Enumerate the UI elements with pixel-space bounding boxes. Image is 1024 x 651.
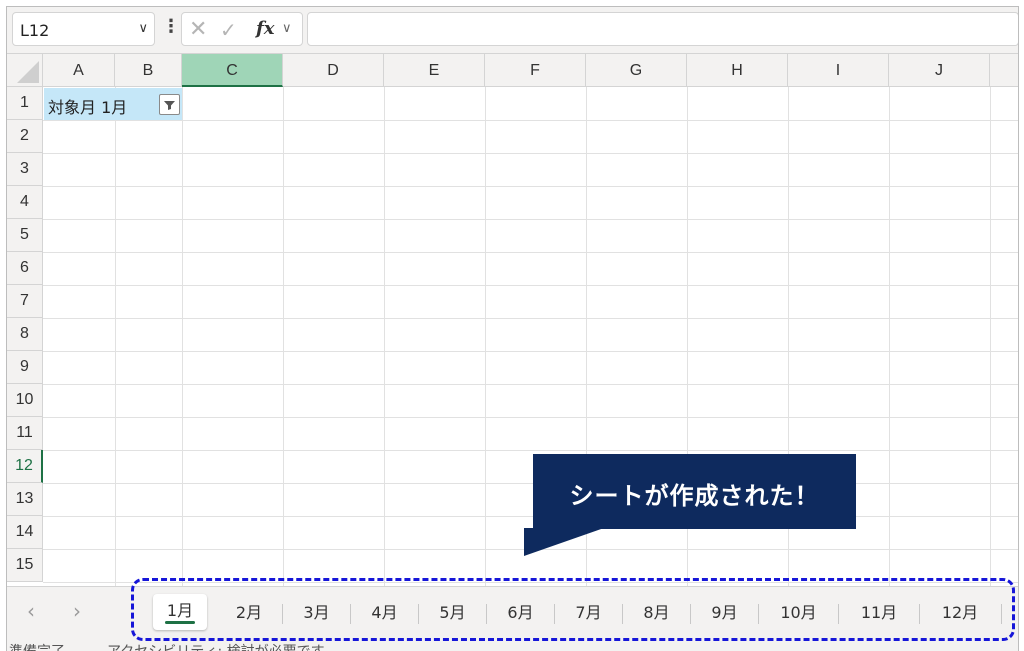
accessibility-status[interactable]: アクセシビリティ: 検討が必要です [107, 641, 325, 651]
column-header-j[interactable]: J [889, 54, 990, 87]
grid-line [43, 351, 1018, 352]
row-header-15[interactable]: 15 [7, 549, 43, 582]
filter-icon[interactable] [159, 94, 180, 115]
excel-window: L12 ∨ ⋮ ✕ ✓ fx ∨ A B C D E F G H I J 1 2… [6, 6, 1019, 651]
row-header-12[interactable]: 12 [7, 450, 43, 483]
check-icon[interactable]: ✓ [220, 18, 237, 42]
row-header-13[interactable]: 13 [7, 483, 43, 516]
formula-bar: L12 ∨ ⋮ ✕ ✓ fx ∨ [7, 7, 1018, 53]
row-header-4[interactable]: 4 [7, 186, 43, 219]
grid-line [889, 87, 890, 587]
grid-line [43, 186, 1018, 187]
name-box[interactable]: L12 ∨ [12, 12, 155, 46]
callout-pointer [524, 528, 604, 556]
grid-line [43, 516, 1018, 517]
grid-line [115, 87, 116, 587]
grid-line [43, 285, 1018, 286]
row-header-3[interactable]: 3 [7, 153, 43, 186]
formula-buttons: ✕ ✓ fx ∨ [181, 12, 303, 46]
row-header-10[interactable]: 10 [7, 384, 43, 417]
grid-line [283, 87, 284, 587]
highlight-outline [131, 578, 1015, 641]
column-header-g[interactable]: G [586, 54, 687, 87]
grid-line [43, 153, 1018, 154]
grid-line [182, 87, 183, 587]
select-all-button[interactable] [7, 54, 43, 87]
grid-line [43, 417, 1018, 418]
column-header-f[interactable]: F [485, 54, 586, 87]
row-header-14[interactable]: 14 [7, 516, 43, 549]
chevron-right-icon[interactable]: › [73, 599, 81, 623]
callout-text: シートが作成された！ [569, 482, 820, 510]
row-header-11[interactable]: 11 [7, 417, 43, 450]
column-header-k[interactable] [990, 54, 1018, 87]
insert-function-button[interactable]: fx [256, 18, 274, 39]
grid-line [990, 87, 991, 587]
name-box-value: L12 [20, 21, 50, 40]
row-header-7[interactable]: 7 [7, 285, 43, 318]
column-header-a[interactable]: A [43, 54, 115, 87]
row-header-1[interactable]: 1 [7, 87, 43, 120]
grid-line [485, 87, 486, 587]
grid-line [43, 219, 1018, 220]
row-header-2[interactable]: 2 [7, 120, 43, 153]
chevron-down-icon[interactable]: ∨ [138, 21, 148, 36]
grid-line [43, 252, 1018, 253]
row-header-5[interactable]: 5 [7, 219, 43, 252]
grid-line [384, 87, 385, 587]
column-header-d[interactable]: D [283, 54, 384, 87]
grid-line [43, 384, 1018, 385]
annotation-callout: シートが作成された！ [533, 454, 856, 529]
column-header-i[interactable]: I [788, 54, 889, 87]
row-header-6[interactable]: 6 [7, 252, 43, 285]
row-header-8[interactable]: 8 [7, 318, 43, 351]
worksheet-grid[interactable]: A B C D E F G H I J 1 2 3 4 5 6 7 8 9 10… [7, 53, 1018, 587]
cell-a1-value: 対象月 1月 [48, 98, 128, 117]
grid-line [43, 318, 1018, 319]
filter-icon-shape [164, 101, 175, 110]
grid-line [43, 450, 1018, 451]
column-header-b[interactable]: B [115, 54, 182, 87]
row-header-9[interactable]: 9 [7, 351, 43, 384]
formula-input[interactable] [307, 12, 1018, 46]
cell-a1[interactable]: 対象月 1月 [44, 88, 182, 120]
grid-line [43, 483, 1018, 484]
chevron-left-icon[interactable]: ‹ [27, 599, 35, 623]
column-header-h[interactable]: H [687, 54, 788, 87]
column-header-e[interactable]: E [384, 54, 485, 87]
status-ready: 準備完了 [9, 641, 65, 651]
chevron-down-icon[interactable]: ∨ [282, 21, 292, 36]
close-icon[interactable]: ✕ [189, 17, 207, 42]
more-options-icon[interactable]: ⋮ [162, 16, 180, 37]
column-header-c[interactable]: C [182, 54, 283, 87]
grid-line [43, 120, 1018, 121]
